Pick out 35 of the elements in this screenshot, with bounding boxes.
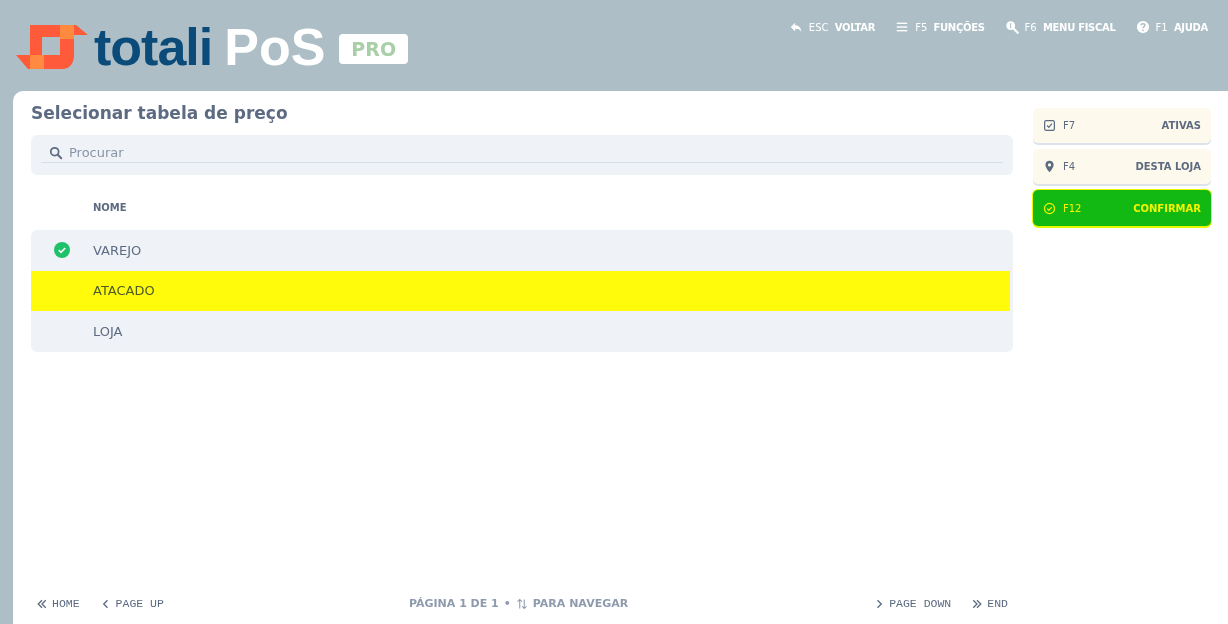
search-input[interactable]: Procurar	[69, 145, 1003, 160]
pager-link[interactable]: END	[971, 597, 1008, 610]
back-arrow-icon	[788, 20, 803, 34]
shortcut-label: ESC VOLTAR	[808, 21, 876, 33]
up-down-arrows-icon	[515, 597, 528, 610]
search-icon	[49, 145, 63, 160]
shortcut-label: F6 MENU FISCAL	[1024, 21, 1116, 33]
logo-wordmark: totali	[94, 23, 213, 71]
map-pin-icon	[1043, 160, 1056, 173]
pager-link[interactable]: HOME	[36, 597, 80, 610]
pro-badge: PRO	[339, 34, 409, 64]
table-row[interactable]: ATACADO	[31, 270, 1010, 311]
double-chevron-left-icon	[36, 597, 48, 610]
logo-product-name: PoS	[224, 23, 326, 71]
pager-link[interactable]: PAGE DOWN	[873, 597, 952, 610]
pager-link[interactable]: PAGE UP	[99, 597, 164, 610]
menu-icon	[895, 20, 910, 34]
help-icon	[1135, 20, 1150, 34]
table-row[interactable]: LOJA	[31, 311, 1013, 352]
shortcut-label: F1 AJUDA	[1155, 21, 1208, 33]
double-chevron-right-icon	[971, 597, 984, 610]
page-status: PÁGINA 1 DE 1	[408, 597, 499, 610]
column-header: NOME	[93, 202, 127, 213]
magnifier-icon	[1004, 20, 1019, 34]
logo-mark-icon	[16, 25, 88, 69]
filter-button[interactable]: F4 DESTA LOJA	[1033, 149, 1211, 184]
checkbox-icon	[1043, 119, 1056, 132]
filter-button[interactable]: F7 ATIVAS	[1033, 108, 1211, 143]
navigation-hint: PARA NAVEGAR	[532, 597, 629, 610]
search-field[interactable]: Procurar	[31, 135, 1013, 175]
table-row[interactable]: VAREJO	[31, 230, 1013, 271]
shortcut-label: F5 FUNÇÕES	[915, 21, 985, 33]
separator-dot: •	[503, 597, 511, 610]
check-circle-icon	[1043, 201, 1056, 215]
page-title: Selecionar tabela de preço	[31, 103, 289, 123]
